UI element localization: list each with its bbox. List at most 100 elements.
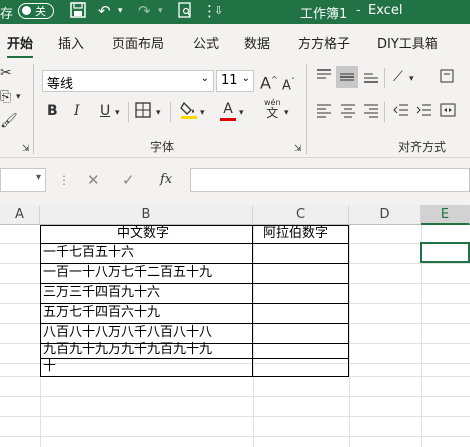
align-right-icon[interactable]: [363, 102, 379, 123]
table-border: [40, 376, 349, 377]
group-divider: [306, 64, 307, 154]
tab-diy-toolbox[interactable]: DIY工具箱: [377, 33, 438, 52]
align-middle-button[interactable]: [336, 66, 358, 88]
format-painter-icon[interactable]: 🖌: [0, 112, 18, 130]
font-group-label: 字体: [150, 140, 175, 154]
tab-formulas[interactable]: 公式: [193, 33, 219, 52]
phonetic-guide-button[interactable]: wén 文: [264, 98, 281, 120]
italic-button[interactable]: I: [74, 102, 80, 120]
workbook-title: 工作簿1: [300, 7, 348, 22]
table-border: [252, 225, 253, 377]
copy-dropdown-icon[interactable]: ▾: [16, 88, 21, 106]
undo-dropdown-icon[interactable]: ▾: [118, 2, 123, 20]
borders-button[interactable]: [135, 102, 151, 123]
divider: [128, 102, 129, 122]
row-gridline: [0, 436, 470, 437]
fill-color-button[interactable]: [180, 100, 198, 125]
copy-icon[interactable]: ⎘: [0, 88, 11, 106]
font-color-dropdown-icon[interactable]: ▾: [239, 104, 244, 122]
fill-color-dropdown-icon[interactable]: ▾: [200, 104, 205, 122]
resize-handle-icon[interactable]: ⋮: [58, 173, 70, 187]
font-color-button[interactable]: A: [220, 100, 236, 121]
print-preview-icon[interactable]: [178, 2, 192, 22]
col-gridline: [253, 225, 254, 447]
chevron-down-icon: ▾: [35, 172, 41, 183]
ribbon-tabs: 开始 插入 页面布局 公式 数据 方方格子 DIY工具箱: [0, 24, 470, 59]
merge-center-icon[interactable]: [440, 102, 456, 123]
borders-dropdown-icon[interactable]: ▾: [156, 104, 161, 122]
cut-icon[interactable]: ✂: [0, 64, 12, 82]
underline-button[interactable]: U: [100, 102, 110, 120]
column-header-a[interactable]: A: [0, 205, 40, 225]
font-name-dropdown[interactable]: 等线 ⌄: [42, 70, 214, 92]
shrink-font-letter: A: [282, 78, 291, 94]
grow-font-letter: A: [260, 73, 271, 93]
table-cell[interactable]: 一百一十八万七千二百五十九: [43, 264, 212, 282]
table-cell[interactable]: 九百九十九万九千九百九十九: [43, 341, 212, 359]
cancel-icon[interactable]: ✕: [87, 171, 100, 189]
table-cell[interactable]: 三万三千四百九十六: [43, 284, 160, 302]
font-color-letter: A: [223, 101, 233, 117]
redo-dropdown-icon[interactable]: ▾: [158, 2, 163, 20]
table-cell[interactable]: 一千七百五十六: [43, 244, 134, 262]
chevron-down-icon: ⌄: [241, 73, 250, 84]
enter-icon[interactable]: ✓: [122, 171, 135, 189]
formula-input[interactable]: [190, 168, 470, 192]
align-top-icon[interactable]: [316, 68, 332, 89]
name-box[interactable]: ▾: [0, 168, 46, 192]
save-label-fragment: 存: [0, 7, 14, 22]
toggle-knob: [22, 6, 31, 15]
row-gridline: [0, 363, 470, 364]
column-header-d[interactable]: D: [349, 205, 421, 225]
divider: [384, 102, 385, 122]
redo-icon[interactable]: ↷: [138, 2, 151, 20]
column-header-b[interactable]: B: [40, 205, 253, 225]
selected-cell[interactable]: [420, 242, 470, 263]
table-cell[interactable]: 八百八十八万八千八百八十八: [43, 324, 212, 342]
decrease-indent-icon[interactable]: [393, 102, 409, 123]
font-size-dropdown[interactable]: 11 ⌄: [216, 70, 254, 92]
alignment-group-label: 对齐方式: [398, 140, 447, 154]
tab-page-layout[interactable]: 页面布局: [112, 33, 164, 52]
font-size-value: 11: [221, 73, 238, 88]
orientation-icon[interactable]: ⟋: [393, 68, 403, 86]
align-center-icon[interactable]: [340, 102, 356, 123]
font-launcher-icon[interactable]: ⇲: [294, 140, 302, 158]
tab-data[interactable]: 数据: [244, 33, 270, 52]
undo-icon[interactable]: ↶: [98, 2, 111, 20]
tab-fangfang-grid[interactable]: 方方格子: [298, 33, 350, 52]
bold-button[interactable]: B: [47, 102, 58, 120]
tab-home[interactable]: 开始: [7, 33, 34, 59]
table-header-chinese[interactable]: 中文数字: [117, 225, 169, 243]
group-divider: [33, 64, 34, 154]
clipboard-launcher-icon[interactable]: ⇲: [22, 140, 30, 158]
down-caret-icon: ˇ: [290, 77, 295, 86]
insert-function-button[interactable]: fx: [160, 172, 172, 187]
divider: [170, 102, 171, 122]
underline-dropdown-icon[interactable]: ▾: [115, 104, 120, 122]
phonetic-dropdown-icon[interactable]: ▾: [284, 104, 289, 122]
align-left-icon[interactable]: [316, 102, 332, 123]
title-separator: -: [356, 3, 361, 18]
up-caret-icon: ^: [270, 75, 278, 84]
table-header-arabic[interactable]: 阿拉伯数字: [263, 225, 328, 243]
increase-indent-icon[interactable]: [416, 102, 432, 123]
table-cell[interactable]: 五万七千四百六十九: [43, 304, 160, 322]
autosave-toggle[interactable]: 关: [18, 3, 54, 19]
tab-insert[interactable]: 插入: [58, 33, 84, 52]
chevron-down-icon: ⌄: [200, 73, 209, 84]
column-header-c[interactable]: C: [253, 205, 349, 225]
align-bottom-icon[interactable]: [363, 68, 379, 89]
customize-quick-access-icon[interactable]: ⇩: [214, 2, 223, 20]
phonetic-bottom: 文: [266, 106, 279, 120]
table-cell[interactable]: 十: [43, 358, 56, 376]
shrink-font-button[interactable]: Aˇ: [282, 73, 295, 95]
title-bar: 存 关 ↶ ▾ ↷ ▾ ⋮ ⇩ 工作簿1 - Excel: [0, 0, 470, 24]
column-header-e[interactable]: E: [421, 205, 470, 225]
orientation-dropdown-icon[interactable]: ▾: [409, 70, 414, 88]
grow-font-button[interactable]: A^: [260, 71, 278, 92]
wrap-text-icon[interactable]: [440, 68, 456, 89]
col-gridline: [349, 225, 350, 447]
row-gridline: [0, 416, 470, 417]
save-icon[interactable]: [70, 2, 86, 22]
